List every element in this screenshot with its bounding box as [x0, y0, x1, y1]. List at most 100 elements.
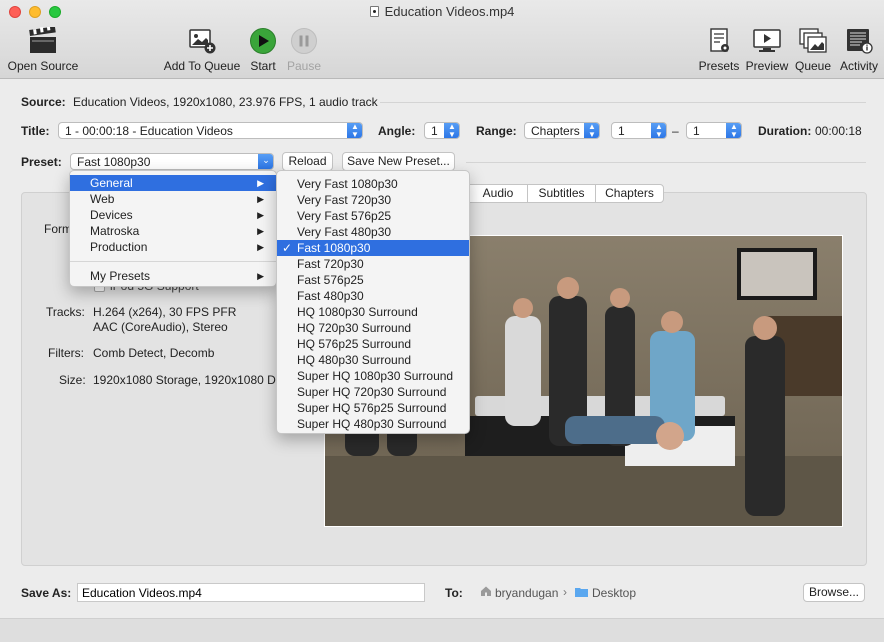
open-source-button[interactable]: Open Source: [5, 25, 81, 73]
menu-item-production[interactable]: Production ▶: [70, 239, 276, 255]
open-source-label: Open Source: [7, 59, 79, 73]
pause-label: Pause: [286, 59, 322, 73]
preview-label: Preview: [745, 59, 789, 73]
preset-category-menu: General ▶ Web ▶ Devices ▶ Matroska ▶ Product…: [69, 170, 277, 287]
preset-menu-item[interactable]: Very Fast 1080p30: [277, 176, 469, 192]
preset-menu-item-label: Fast 1080p30: [297, 241, 371, 255]
start-label: Start: [250, 59, 276, 73]
preset-menu-item-label: Super HQ 720p30 Surround: [297, 385, 447, 399]
range-start-select[interactable]: 1 ▲ ▼: [611, 122, 667, 139]
preset-menu-item-label: HQ 720p30 Surround: [297, 321, 412, 335]
save-new-preset-button[interactable]: Save New Preset...: [342, 152, 455, 171]
preset-menu-item[interactable]: HQ 576p25 Surround: [277, 336, 469, 352]
preset-menu-item-label: Super HQ 1080p30 Surround: [297, 369, 454, 383]
tab-chapters[interactable]: Chapters: [595, 184, 664, 203]
range-label: Range:: [476, 124, 517, 138]
preset-menu-item[interactable]: ✓ Fast 1080p30: [277, 240, 469, 256]
reload-button[interactable]: Reload: [282, 152, 333, 171]
submenu-arrow-icon: ▶: [257, 242, 264, 252]
start-button[interactable]: Start: [246, 27, 280, 73]
activity-label: Activity: [839, 59, 878, 73]
tab-subtitles[interactable]: Subtitles: [527, 184, 596, 203]
preset-menu-item[interactable]: HQ 480p30 Surround: [277, 352, 469, 368]
tracks-video: H.264 (x264), 30 FPS PFR: [93, 305, 237, 319]
preset-menu-item[interactable]: HQ 1080p30 Surround: [277, 304, 469, 320]
preset-menu-item[interactable]: Super HQ 576p25 Surround: [277, 400, 469, 416]
pause-button[interactable]: Pause: [286, 27, 322, 73]
updown-chevron-icon: ▲ ▼: [444, 123, 459, 138]
preset-menu-item-label: HQ 1080p30 Surround: [297, 305, 418, 319]
range-end-select[interactable]: 1 ▲ ▼: [686, 122, 742, 139]
preset-menu-item[interactable]: Very Fast 576p25: [277, 208, 469, 224]
preset-menu-item-label: Very Fast 720p30: [297, 193, 392, 207]
preset-menu-item[interactable]: Super HQ 720p30 Surround: [277, 384, 469, 400]
submenu-arrow-icon: ▶: [257, 178, 264, 188]
menu-separator: [70, 261, 276, 262]
to-label: To:: [445, 586, 463, 600]
save-as-field[interactable]: [77, 583, 425, 602]
save-as-label: Save As:: [21, 586, 72, 600]
source-value: Education Videos, 1920x1080, 23.976 FPS,…: [73, 95, 378, 109]
presets-button[interactable]: Presets: [697, 27, 741, 73]
menu-item-matroska[interactable]: Matroska ▶: [70, 223, 276, 239]
menu-item-devices[interactable]: Devices ▶: [70, 207, 276, 223]
window-title-text: Education Videos.mp4: [384, 4, 515, 19]
preset-menu-item-label: Very Fast 1080p30: [297, 177, 398, 191]
preset-menu-item-label: Fast 576p25: [297, 273, 364, 287]
preset-menu-item[interactable]: Very Fast 720p30: [277, 192, 469, 208]
preset-menu-item-label: Super HQ 576p25 Surround: [297, 401, 447, 415]
menu-item-my-presets-label: My Presets: [90, 269, 151, 283]
menu-item-devices-label: Devices: [90, 208, 133, 222]
title-label: Title:: [21, 124, 50, 138]
updown-chevron-icon: ▲ ▼: [726, 123, 741, 138]
menu-item-web-label: Web: [90, 192, 115, 206]
preset-menu-item[interactable]: Fast 480p30: [277, 288, 469, 304]
browse-button[interactable]: Browse...: [803, 583, 865, 602]
preset-select[interactable]: Fast 1080p30 ⌄: [70, 153, 274, 170]
folder-icon: [575, 586, 588, 597]
submenu-arrow-icon: ▶: [257, 271, 264, 281]
range-type-value: Chapters: [531, 124, 580, 138]
path-folder[interactable]: Desktop: [592, 586, 636, 600]
general-presets-menu: Very Fast 1080p30 Very Fast 720p30 Very Fa…: [276, 170, 470, 434]
submenu-arrow-icon: ▶: [257, 194, 264, 204]
path-user[interactable]: bryandugan: [495, 586, 558, 600]
preset-menu-item[interactable]: Fast 720p30: [277, 256, 469, 272]
queue-icon: [798, 27, 828, 55]
menu-item-matroska-label: Matroska: [90, 224, 140, 238]
preset-menu-item-label: Very Fast 480p30: [297, 225, 392, 239]
monitor-play-icon: [752, 27, 782, 55]
activity-log-icon: [844, 27, 874, 55]
range-end-value: 1: [693, 124, 700, 138]
preset-label: Preset:: [21, 155, 62, 169]
queue-button[interactable]: Queue: [793, 27, 833, 73]
angle-select[interactable]: 1 ▲ ▼: [424, 122, 460, 139]
filters-value: Comb Detect, Decomb: [93, 346, 215, 360]
menu-item-general[interactable]: General ▶: [70, 175, 276, 191]
menu-item-web[interactable]: Web ▶: [70, 191, 276, 207]
source-divider: [380, 102, 866, 103]
filters-label: Filters:: [48, 346, 84, 360]
add-to-queue-label: Add To Queue: [163, 59, 241, 73]
add-to-queue-button[interactable]: Add To Queue: [162, 27, 242, 73]
submenu-arrow-icon: ▶: [257, 210, 264, 220]
tab-audio[interactable]: Audio: [468, 184, 528, 203]
preset-menu-item[interactable]: HQ 720p30 Surround: [277, 320, 469, 336]
tracks-audio: AAC (CoreAudio), Stereo: [93, 320, 228, 334]
preset-menu-item[interactable]: Super HQ 1080p30 Surround: [277, 368, 469, 384]
preset-menu-item[interactable]: Super HQ 480p30 Surround: [277, 416, 469, 432]
add-to-queue-icon: [187, 27, 217, 55]
submenu-arrow-icon: ▶: [257, 226, 264, 236]
preset-menu-item[interactable]: Very Fast 480p30: [277, 224, 469, 240]
preset-menu-item[interactable]: Fast 576p25: [277, 272, 469, 288]
document-icon: [369, 6, 379, 17]
updown-chevron-icon: ▲ ▼: [584, 123, 599, 138]
size-label: Size:: [59, 373, 86, 387]
title-select[interactable]: 1 - 00:00:18 - Education Videos ▲ ▼: [58, 122, 363, 139]
presets-label: Presets: [698, 59, 740, 73]
range-type-select[interactable]: Chapters ▲ ▼: [524, 122, 600, 139]
menu-item-my-presets[interactable]: My Presets ▶: [70, 268, 276, 284]
activity-button[interactable]: Activity: [836, 27, 882, 73]
preview-button[interactable]: Preview: [744, 27, 790, 73]
preset-menu-item-label: Fast 720p30: [297, 257, 364, 271]
